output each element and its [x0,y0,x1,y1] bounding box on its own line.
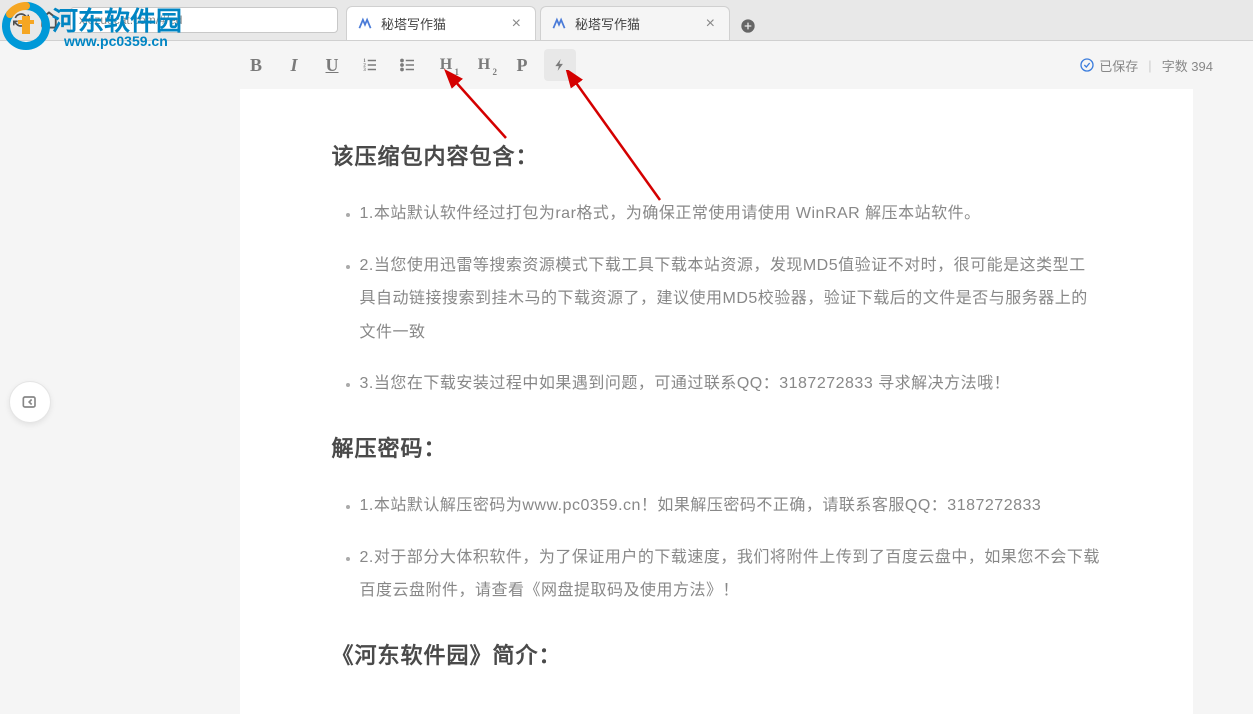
bold-button[interactable]: B [240,49,272,81]
tab-1[interactable]: 秘塔写作猫 × [346,6,536,40]
close-icon[interactable]: × [508,15,525,33]
tabs-container: 秘塔写作猫 × 秘塔写作猫 × [346,0,762,40]
italic-button[interactable]: I [278,49,310,81]
document-paper[interactable]: 该压缩包内容包含： 1.本站默认软件经过打包为rar格式，为确保正常使用请使用 … [240,89,1193,714]
list-item[interactable]: 2.当您使用迅雷等搜索资源模式下载工具下载本站资源，发现MD5值验证不对时，很可… [360,249,1102,350]
home-button[interactable] [36,7,62,33]
section-heading[interactable]: 解压密码： [332,431,1102,463]
saved-label: 已保存 [1099,56,1138,75]
new-tab-button[interactable] [734,12,762,40]
list-item[interactable]: 1.本站默认解压密码为www.pc0359.cn！如果解压密码不正确，请联系客服… [360,489,1102,523]
editor-area: B I U 123 H H P 已保存 | 字数 394 [60,41,1253,714]
ordered-list-button[interactable]: 123 [354,49,386,81]
lightning-button[interactable] [544,49,576,81]
underline-button[interactable]: U [316,49,348,81]
toolbar-status: 已保存 | 字数 394 [1079,56,1213,75]
status-divider: | [1148,58,1151,73]
section-list: 1.本站默认解压密码为www.pc0359.cn！如果解压密码不正确，请联系客服… [332,489,1102,608]
word-count: 字数 394 [1162,56,1213,75]
url-text: xiezuocat.com/#/ed [79,13,182,27]
list-item[interactable]: 1.本站默认软件经过打包为rar格式，为确保正常使用请使用 WinRAR 解压本… [360,197,1102,231]
url-bar[interactable]: xiezuocat.com/#/ed [70,7,338,33]
tab-favicon [357,16,373,32]
list-item[interactable]: 3.当您在下载安装过程中如果遇到问题，可通过联系QQ：3187272833 寻求… [360,367,1102,401]
section-heading[interactable]: 该压缩包内容包含： [332,139,1102,171]
svg-text:3: 3 [363,67,366,73]
h1-button[interactable]: H [430,49,462,81]
document-content: 该压缩包内容包含： 1.本站默认软件经过打包为rar格式，为确保正常使用请使用 … [322,139,1112,670]
tab-2[interactable]: 秘塔写作猫 × [540,6,730,40]
left-rail [0,41,60,714]
toolbar: B I U 123 H H P 已保存 | 字数 394 [60,41,1253,89]
section-list: 1.本站默认软件经过打包为rar格式，为确保正常使用请使用 WinRAR 解压本… [332,197,1102,401]
list-item[interactable]: 2.对于部分大体积软件，为了保证用户的下载速度，我们将附件上传到了百度云盘中，如… [360,541,1102,608]
browser-bar: xiezuocat.com/#/ed 秘塔写作猫 × 秘塔写作猫 × [0,0,1253,41]
collapse-button[interactable] [9,381,51,423]
unordered-list-button[interactable] [392,49,424,81]
h2-button[interactable]: H [468,49,500,81]
section-heading[interactable]: 《河东软件园》简介： [332,638,1102,670]
tab-favicon [551,16,567,32]
tab-title: 秘塔写作猫 [575,14,640,33]
refresh-button[interactable] [8,7,34,33]
app-container: B I U 123 H H P 已保存 | 字数 394 [0,41,1253,714]
close-icon[interactable]: × [702,15,719,33]
paragraph-button[interactable]: P [506,49,538,81]
tab-title: 秘塔写作猫 [381,14,446,33]
check-icon [1079,57,1095,73]
